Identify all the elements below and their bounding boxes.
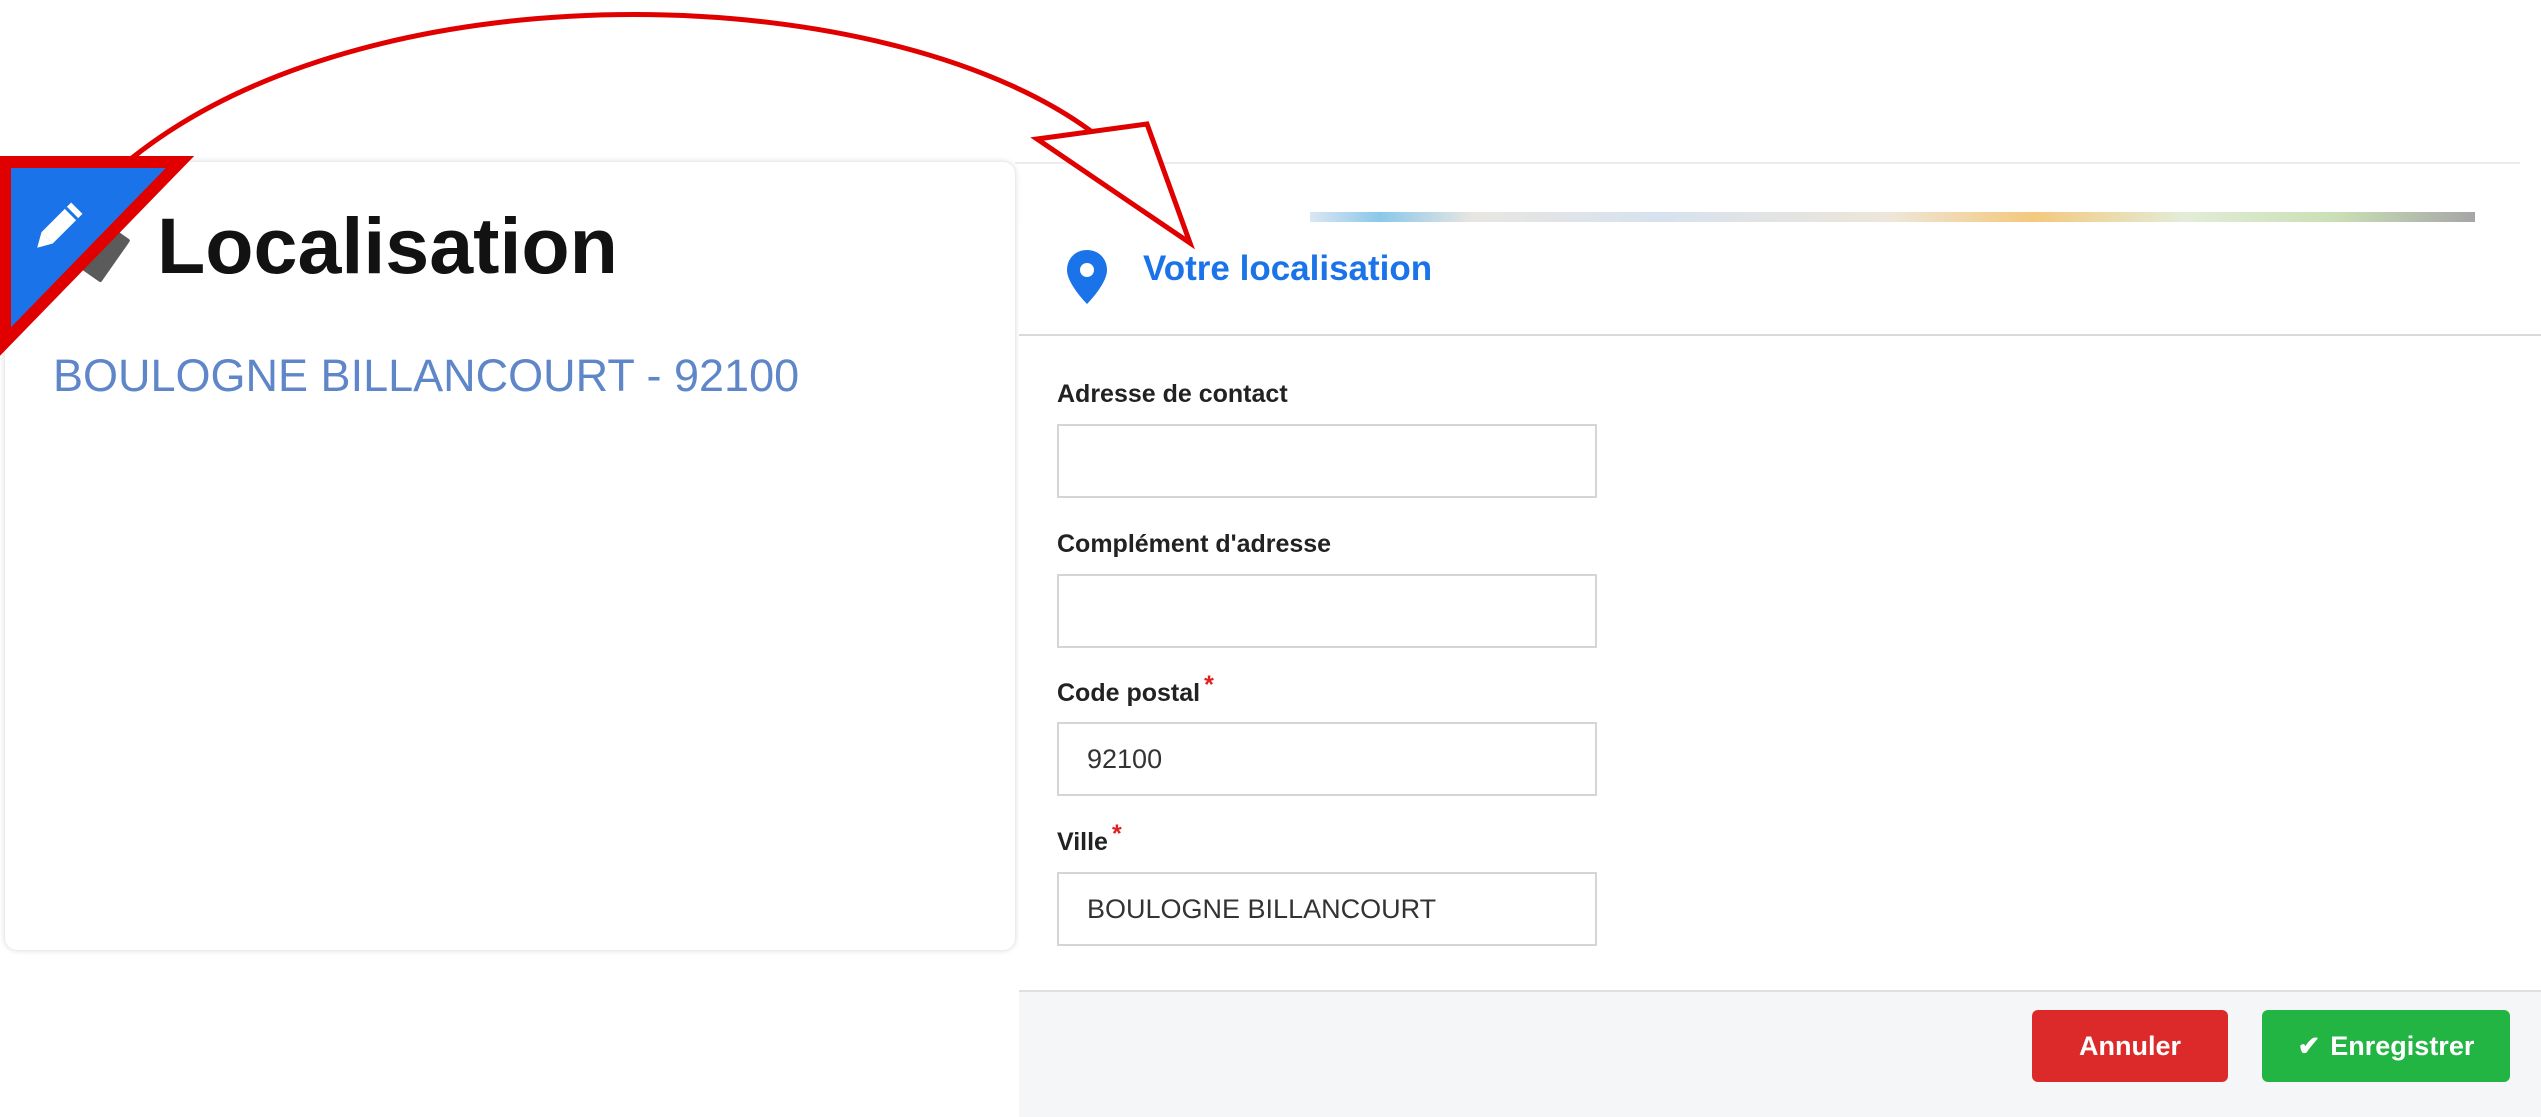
save-button[interactable]: ✔ Enregistrer [2262,1010,2510,1082]
dialog-header: Votre localisation [1019,222,2541,336]
address-complement-input[interactable] [1057,574,1597,648]
card-city-postal: BOULOGNE BILLANCOURT - 92100 [53,350,800,401]
map-pin-icon [1067,250,1107,304]
edit-button[interactable] [5,162,185,347]
city-label: Ville * [1057,820,1122,856]
contact-address-label: Adresse de contact [1057,380,1288,408]
postal-code-input[interactable]: 92100 [1057,722,1597,796]
save-button-label: Enregistrer [2330,1031,2475,1061]
dialog-title: Votre localisation [1143,249,1433,288]
card-title: Localisation [157,201,618,290]
city-input[interactable]: BOULOGNE BILLANCOURT [1057,872,1597,946]
required-marker: * [1111,820,1122,848]
map-border [1015,162,2520,164]
map-preview [1310,212,2475,222]
postal-code-label: Code postal * [1057,671,1214,707]
contact-address-input[interactable] [1057,424,1597,498]
check-icon: ✔ [2297,1031,2321,1061]
cancel-button[interactable]: Annuler [2032,1010,2228,1082]
location-dialog: Votre localisation Adresse de contact Co… [1019,222,2541,1117]
required-marker: * [1204,671,1214,699]
address-complement-label: Complément d'adresse [1057,530,1332,558]
arrow-curve [130,12,1102,160]
